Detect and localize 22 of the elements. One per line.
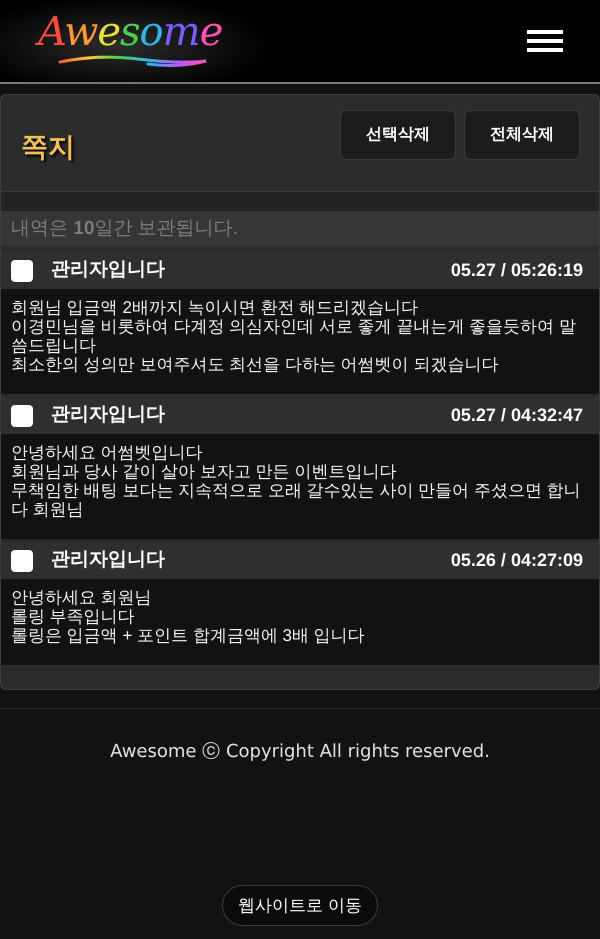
copyright-text: Awesome ⓒ Copyright All rights reserved. bbox=[110, 740, 490, 764]
website-button[interactable]: 웹사이트로 이동 bbox=[222, 885, 378, 926]
message-checkbox[interactable] bbox=[11, 404, 33, 426]
message-text: 안녕하세요 어썸벳입니다 회원님과 당사 같이 살아 보자고 만든 이벤트입니다 무책임한 배팅 보다는 지속적으로 오래 갈수있는 사이 만들어 주셨으면 합니다 회원님 bbox=[1, 434, 599, 539]
retention-notice: 내역은 10일간 보관됩니다. bbox=[1, 211, 599, 246]
message-text: 안녕하세요 회원님 롤링 부족입니다 롤링은 입금액 + 포인트 합계금액에 3배 입니다 bbox=[1, 579, 599, 665]
message-time: 05.27 / 04:32:47 bbox=[450, 404, 583, 427]
swoosh-icon bbox=[58, 54, 208, 68]
message-checkbox[interactable] bbox=[11, 550, 33, 572]
sender-name: 관리자입니다 bbox=[51, 258, 165, 282]
message-text: 회원님 입금액 2배까지 녹이시면 환전 해드리겠습니다 이경민님을 비롯하여 다계정 의심자인데 서로 좋게 끝내는게 좋을듯하여 말씀드립니다 최소한의 성의만 보여주셔도 최선을 다하는 어썸벳이 되겠습니다 bbox=[1, 289, 599, 394]
sender-name: 관리자입니다 bbox=[51, 548, 165, 572]
message-time: 05.26 / 04:27:09 bbox=[450, 549, 583, 572]
delete-button[interactable]: 선택삭제 bbox=[340, 110, 456, 160]
sender-name: 관리자입니다 bbox=[51, 403, 165, 428]
menu-button[interactable] bbox=[527, 30, 563, 52]
panel-title: 쪽지 bbox=[21, 130, 75, 164]
message-time: 05.27 / 05:26:19 bbox=[450, 259, 583, 282]
logo-banner[interactable]: Awesome bbox=[0, 0, 265, 82]
menu-icon bbox=[527, 30, 563, 52]
message-checkbox[interactable] bbox=[11, 260, 33, 282]
delete-button[interactable]: 전체삭제 bbox=[464, 110, 580, 160]
